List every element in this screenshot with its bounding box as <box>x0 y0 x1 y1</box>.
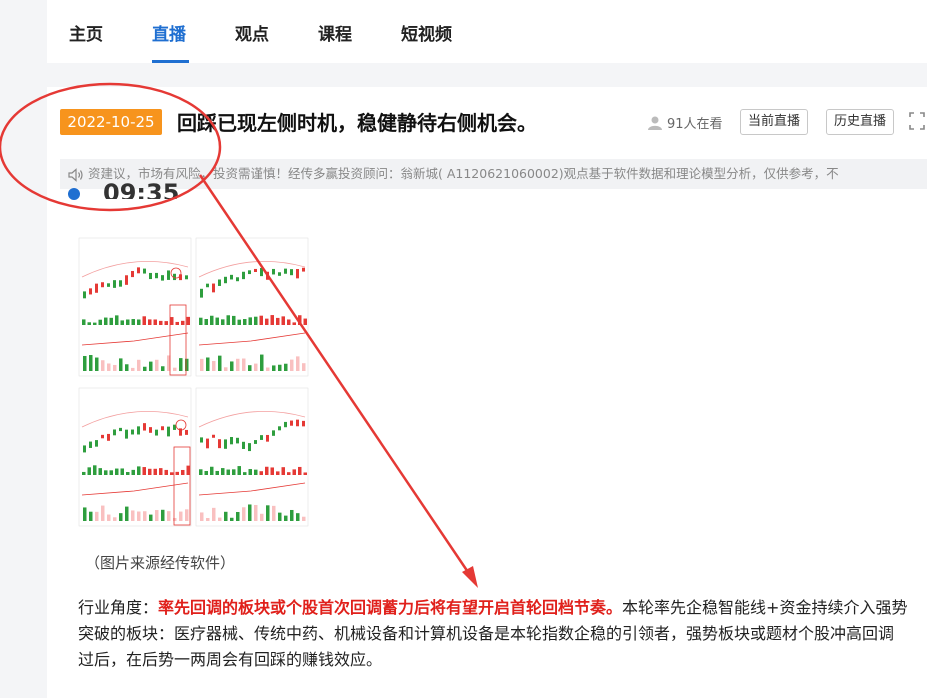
live-card: 2022-10-25 回踩已现左侧时机，稳健静待右侧机会。 91人在看 当前直播… <box>47 87 927 698</box>
timeline-dot <box>68 188 80 200</box>
paragraph-highlight: 率先回调的板块或个股首次回调蓄力后将有望开启首轮回档节奏。 <box>158 598 623 617</box>
history-live-button[interactable]: 历史直播 <box>826 109 895 135</box>
risk-notice-text: 资建议，市场有风险，投资需谨慎！经传多赢投资顾问：翁新城( A112062106… <box>88 166 839 181</box>
paragraph-prefix: 行业角度： <box>78 598 159 617</box>
live-title: 回踩已现左侧时机，稳健静待右侧机会。 <box>177 111 537 135</box>
fullscreen-icon[interactable] <box>909 111 925 131</box>
stock-chart-image[interactable] <box>78 237 309 529</box>
tab-course[interactable]: 课程 <box>318 20 352 45</box>
tab-opinion[interactable]: 观点 <box>235 20 269 45</box>
tab-short-video[interactable]: 短视频 <box>401 20 452 45</box>
date-badge: 2022-10-25 <box>60 109 162 135</box>
analysis-paragraph: 行业角度：率先回调的板块或个股首次回调蓄力后将有望开启首轮回档节奏。本轮率先企稳… <box>78 595 908 673</box>
post-time: 09:35 <box>103 179 180 199</box>
viewer-count-text: 91人在看 <box>667 117 723 132</box>
user-icon <box>648 116 662 130</box>
speaker-icon <box>68 167 83 182</box>
active-tab-indicator <box>152 60 189 63</box>
top-nav: 主页 直播 观点 课程 短视频 <box>47 0 927 63</box>
image-caption: （图片来源经传软件） <box>85 554 236 572</box>
tab-home[interactable]: 主页 <box>69 20 103 45</box>
viewer-count: 91人在看 <box>647 113 723 132</box>
risk-notice-bar: 资建议，市场有风险，投资需谨慎！经传多赢投资顾问：翁新城( A112062106… <box>60 159 927 189</box>
tab-live[interactable]: 直播 <box>152 20 186 45</box>
current-live-button[interactable]: 当前直播 <box>740 109 809 135</box>
